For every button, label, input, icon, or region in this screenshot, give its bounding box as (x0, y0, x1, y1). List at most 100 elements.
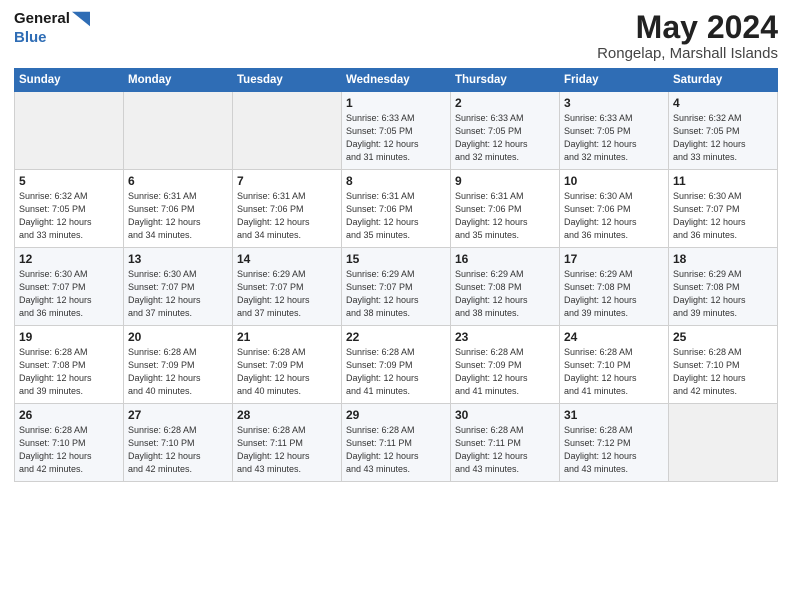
table-row: 23 Sunrise: 6:28 AM Sunset: 7:09 PM Dayli… (451, 326, 560, 404)
logo-text: General Blue (14, 10, 90, 48)
col-tuesday: Tuesday (233, 69, 342, 92)
day-number: 14 (237, 252, 337, 266)
day-number: 19 (19, 330, 119, 344)
day-info: Sunrise: 6:29 AM Sunset: 7:08 PM Dayligh… (564, 268, 664, 320)
day-info: Sunrise: 6:30 AM Sunset: 7:07 PM Dayligh… (673, 190, 773, 242)
table-row: 26 Sunrise: 6:28 AM Sunset: 7:10 PM Dayli… (15, 404, 124, 482)
calendar-week-row: 5Sunrise: 6:32 AM Sunset: 7:05 PM Daylig… (15, 170, 778, 248)
table-row: 15 Sunrise: 6:29 AM Sunset: 7:07 PM Dayli… (342, 248, 451, 326)
table-row: 12 Sunrise: 6:30 AM Sunset: 7:07 PM Dayli… (15, 248, 124, 326)
day-info: Sunrise: 6:28 AM Sunset: 7:10 PM Dayligh… (673, 346, 773, 398)
table-row: 17 Sunrise: 6:29 AM Sunset: 7:08 PM Dayli… (560, 248, 669, 326)
table-row: 24 Sunrise: 6:28 AM Sunset: 7:10 PM Dayli… (560, 326, 669, 404)
day-info: Sunrise: 6:30 AM Sunset: 7:07 PM Dayligh… (19, 268, 119, 320)
calendar-page: General Blue May 2024 Rongelap, Marshall… (0, 0, 792, 612)
day-info: Sunrise: 6:28 AM Sunset: 7:08 PM Dayligh… (19, 346, 119, 398)
day-number: 5 (19, 174, 119, 188)
day-number: 26 (19, 408, 119, 422)
table-row: 19 Sunrise: 6:28 AM Sunset: 7:08 PM Dayli… (15, 326, 124, 404)
calendar-header-row: Sunday Monday Tuesday Wednesday Thursday… (15, 69, 778, 92)
day-info: Sunrise: 6:30 AM Sunset: 7:07 PM Dayligh… (128, 268, 228, 320)
table-row: 13 Sunrise: 6:30 AM Sunset: 7:07 PM Dayli… (124, 248, 233, 326)
day-number: 11 (673, 174, 773, 188)
day-number: 7 (237, 174, 337, 188)
day-number: 28 (237, 408, 337, 422)
day-info: Sunrise: 6:28 AM Sunset: 7:11 PM Dayligh… (455, 424, 555, 476)
day-number: 8 (346, 174, 446, 188)
day-number: 23 (455, 330, 555, 344)
calendar-week-row: 1Sunrise: 6:33 AM Sunset: 7:05 PM Daylig… (15, 92, 778, 170)
page-header: General Blue May 2024 Rongelap, Marshall… (14, 10, 778, 62)
calendar-table: Sunday Monday Tuesday Wednesday Thursday… (14, 68, 778, 482)
day-number: 16 (455, 252, 555, 266)
day-number: 24 (564, 330, 664, 344)
table-row: 25 Sunrise: 6:28 AM Sunset: 7:10 PM Dayli… (669, 326, 778, 404)
day-info: Sunrise: 6:29 AM Sunset: 7:07 PM Dayligh… (237, 268, 337, 320)
day-number: 22 (346, 330, 446, 344)
day-number: 2 (455, 96, 555, 110)
col-friday: Friday (560, 69, 669, 92)
table-row: 10Sunrise: 6:30 AM Sunset: 7:06 PM Dayli… (560, 170, 669, 248)
table-row: 20Sunrise: 6:28 AM Sunset: 7:09 PM Dayli… (124, 326, 233, 404)
table-row: 18 Sunrise: 6:29 AM Sunset: 7:08 PM Dayli… (669, 248, 778, 326)
day-info: Sunrise: 6:31 AM Sunset: 7:06 PM Dayligh… (346, 190, 446, 242)
month-title: May 2024 (597, 10, 778, 45)
day-info: Sunrise: 6:32 AM Sunset: 7:05 PM Dayligh… (673, 112, 773, 164)
day-number: 6 (128, 174, 228, 188)
title-block: May 2024 Rongelap, Marshall Islands (597, 10, 778, 62)
day-number: 13 (128, 252, 228, 266)
day-number: 17 (564, 252, 664, 266)
table-row: 6 Sunrise: 6:31 AM Sunset: 7:06 PM Daylig… (124, 170, 233, 248)
table-row: 22 Sunrise: 6:28 AM Sunset: 7:09 PM Dayli… (342, 326, 451, 404)
day-number: 15 (346, 252, 446, 266)
day-info: Sunrise: 6:31 AM Sunset: 7:06 PM Dayligh… (237, 190, 337, 242)
day-number: 30 (455, 408, 555, 422)
table-row: 21Sunrise: 6:28 AM Sunset: 7:09 PM Dayli… (233, 326, 342, 404)
table-row (124, 92, 233, 170)
table-row (15, 92, 124, 170)
day-info: Sunrise: 6:28 AM Sunset: 7:09 PM Dayligh… (346, 346, 446, 398)
day-info: Sunrise: 6:29 AM Sunset: 7:08 PM Dayligh… (673, 268, 773, 320)
day-info: Sunrise: 6:31 AM Sunset: 7:06 PM Dayligh… (128, 190, 228, 242)
day-number: 12 (19, 252, 119, 266)
day-info: Sunrise: 6:31 AM Sunset: 7:06 PM Dayligh… (455, 190, 555, 242)
calendar-week-row: 12 Sunrise: 6:30 AM Sunset: 7:07 PM Dayli… (15, 248, 778, 326)
day-number: 29 (346, 408, 446, 422)
day-info: Sunrise: 6:28 AM Sunset: 7:11 PM Dayligh… (346, 424, 446, 476)
col-wednesday: Wednesday (342, 69, 451, 92)
table-row: 31 Sunrise: 6:28 AM Sunset: 7:12 PM Dayli… (560, 404, 669, 482)
table-row: 11 Sunrise: 6:30 AM Sunset: 7:07 PM Dayli… (669, 170, 778, 248)
day-info: Sunrise: 6:33 AM Sunset: 7:05 PM Dayligh… (346, 112, 446, 164)
day-number: 18 (673, 252, 773, 266)
table-row: 3Sunrise: 6:33 AM Sunset: 7:05 PM Daylig… (560, 92, 669, 170)
col-sunday: Sunday (15, 69, 124, 92)
table-row: 9 Sunrise: 6:31 AM Sunset: 7:06 PM Daylig… (451, 170, 560, 248)
day-number: 31 (564, 408, 664, 422)
table-row: 16 Sunrise: 6:29 AM Sunset: 7:08 PM Dayli… (451, 248, 560, 326)
table-row: 7 Sunrise: 6:31 AM Sunset: 7:06 PM Daylig… (233, 170, 342, 248)
day-info: Sunrise: 6:28 AM Sunset: 7:10 PM Dayligh… (564, 346, 664, 398)
day-info: Sunrise: 6:28 AM Sunset: 7:10 PM Dayligh… (19, 424, 119, 476)
table-row: 8 Sunrise: 6:31 AM Sunset: 7:06 PM Daylig… (342, 170, 451, 248)
table-row: 29 Sunrise: 6:28 AM Sunset: 7:11 PM Dayli… (342, 404, 451, 482)
day-number: 25 (673, 330, 773, 344)
day-info: Sunrise: 6:28 AM Sunset: 7:09 PM Dayligh… (455, 346, 555, 398)
table-row (669, 404, 778, 482)
location-subtitle: Rongelap, Marshall Islands (597, 45, 778, 62)
logo: General Blue (14, 10, 90, 48)
day-info: Sunrise: 6:28 AM Sunset: 7:12 PM Dayligh… (564, 424, 664, 476)
day-info: Sunrise: 6:33 AM Sunset: 7:05 PM Dayligh… (564, 112, 664, 164)
table-row: 14 Sunrise: 6:29 AM Sunset: 7:07 PM Dayli… (233, 248, 342, 326)
day-info: Sunrise: 6:28 AM Sunset: 7:09 PM Dayligh… (128, 346, 228, 398)
day-info: Sunrise: 6:29 AM Sunset: 7:07 PM Dayligh… (346, 268, 446, 320)
day-info: Sunrise: 6:28 AM Sunset: 7:11 PM Dayligh… (237, 424, 337, 476)
table-row: 2Sunrise: 6:33 AM Sunset: 7:05 PM Daylig… (451, 92, 560, 170)
calendar-week-row: 19 Sunrise: 6:28 AM Sunset: 7:08 PM Dayli… (15, 326, 778, 404)
table-row: 5Sunrise: 6:32 AM Sunset: 7:05 PM Daylig… (15, 170, 124, 248)
day-number: 9 (455, 174, 555, 188)
day-number: 4 (673, 96, 773, 110)
table-row: 30 Sunrise: 6:28 AM Sunset: 7:11 PM Dayli… (451, 404, 560, 482)
day-info: Sunrise: 6:28 AM Sunset: 7:10 PM Dayligh… (128, 424, 228, 476)
col-saturday: Saturday (669, 69, 778, 92)
day-info: Sunrise: 6:29 AM Sunset: 7:08 PM Dayligh… (455, 268, 555, 320)
